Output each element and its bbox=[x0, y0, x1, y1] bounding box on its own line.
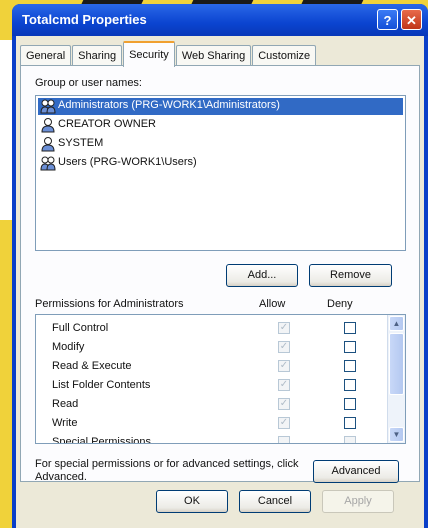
properties-dialog: Totalcmd Properties ? ✕ General Sharing … bbox=[12, 4, 428, 528]
security-tab-panel: Group or user names: Administrators (PRG… bbox=[20, 65, 420, 483]
user-group-icon bbox=[40, 156, 56, 171]
list-item[interactable]: SYSTEM bbox=[38, 136, 403, 153]
remove-button[interactable]: Remove bbox=[309, 264, 392, 287]
allow-checkbox[interactable]: ✓ bbox=[278, 322, 290, 334]
tab-web-sharing[interactable]: Web Sharing bbox=[175, 45, 252, 66]
permission-name: List Folder Contents bbox=[52, 379, 151, 391]
allow-checkbox[interactable]: ✓ bbox=[278, 360, 290, 372]
user-name: Administrators (PRG-WORK1\Administrators… bbox=[58, 99, 280, 111]
permission-row-special-permissions: Special Permissions bbox=[36, 433, 387, 444]
permission-name: Special Permissions bbox=[52, 436, 152, 444]
user-name: CREATOR OWNER bbox=[58, 118, 156, 130]
permission-name: Write bbox=[52, 417, 78, 429]
list-item[interactable]: Users (PRG-WORK1\Users) bbox=[38, 155, 403, 172]
allow-column-header: Allow bbox=[259, 298, 286, 310]
permission-name: Full Control bbox=[52, 322, 109, 334]
permission-name: Read bbox=[52, 398, 79, 410]
add-button[interactable]: Add... bbox=[226, 264, 298, 287]
allow-checkbox[interactable]: ✓ bbox=[278, 341, 290, 353]
tab-sharing[interactable]: Sharing bbox=[72, 45, 123, 66]
group-names-label: Group or user names: bbox=[35, 77, 142, 89]
scroll-down-icon[interactable]: ▼ bbox=[389, 427, 404, 442]
deny-checkbox[interactable] bbox=[344, 341, 356, 353]
permissions-list: Full Control ✓ Modify ✓ Read & Execute ✓… bbox=[35, 314, 406, 444]
deny-checkbox[interactable] bbox=[344, 417, 356, 429]
permission-name: Read & Execute bbox=[52, 360, 132, 372]
deny-checkbox[interactable] bbox=[344, 436, 356, 443]
tab-security[interactable]: Security bbox=[123, 41, 175, 67]
permission-name: Modify bbox=[52, 341, 85, 353]
deny-column-header: Deny bbox=[327, 298, 353, 310]
permission-row-full-control: Full Control ✓ bbox=[36, 319, 387, 338]
apply-button[interactable]: Apply bbox=[322, 490, 394, 513]
close-button[interactable]: ✕ bbox=[401, 9, 422, 30]
deny-checkbox[interactable] bbox=[344, 398, 356, 410]
allow-checkbox[interactable]: ✓ bbox=[278, 417, 290, 429]
scroll-thumb[interactable] bbox=[389, 333, 404, 395]
advanced-button[interactable]: Advanced bbox=[313, 460, 399, 483]
permission-row-write: Write ✓ bbox=[36, 414, 387, 433]
tab-strip: General Sharing Security Web Sharing Cus… bbox=[20, 41, 317, 67]
permissions-label: Permissions for Administrators bbox=[35, 298, 184, 310]
window-title: Totalcmd Properties bbox=[22, 12, 147, 27]
scroll-up-icon[interactable]: ▲ bbox=[389, 316, 404, 331]
user-name: Users (PRG-WORK1\Users) bbox=[58, 156, 197, 168]
permission-row-read-execute: Read & Execute ✓ bbox=[36, 357, 387, 376]
advanced-hint-text: For special permissions or for advanced … bbox=[35, 458, 299, 483]
title-bar[interactable]: Totalcmd Properties ? ✕ bbox=[12, 4, 428, 36]
dialog-client-area: General Sharing Security Web Sharing Cus… bbox=[16, 36, 424, 528]
ok-button[interactable]: OK bbox=[156, 490, 228, 513]
tab-customize[interactable]: Customize bbox=[252, 45, 317, 66]
permission-row-modify: Modify ✓ bbox=[36, 338, 387, 357]
cancel-button[interactable]: Cancel bbox=[239, 490, 311, 513]
help-button[interactable]: ? bbox=[377, 9, 398, 30]
deny-checkbox[interactable] bbox=[344, 322, 356, 334]
group-user-list[interactable]: Administrators (PRG-WORK1\Administrators… bbox=[35, 95, 406, 251]
user-icon bbox=[41, 118, 55, 133]
user-name: SYSTEM bbox=[58, 137, 104, 149]
permissions-scrollbar[interactable]: ▲ ▼ bbox=[387, 315, 405, 443]
allow-checkbox[interactable]: ✓ bbox=[278, 379, 290, 391]
list-item[interactable]: CREATOR OWNER bbox=[38, 117, 403, 134]
list-item[interactable]: Administrators (PRG-WORK1\Administrators… bbox=[38, 98, 403, 115]
deny-checkbox[interactable] bbox=[344, 360, 356, 372]
user-icon bbox=[41, 137, 55, 152]
allow-checkbox[interactable]: ✓ bbox=[278, 398, 290, 410]
user-group-icon bbox=[40, 99, 56, 114]
allow-checkbox[interactable] bbox=[278, 436, 290, 443]
deny-checkbox[interactable] bbox=[344, 379, 356, 391]
tab-general[interactable]: General bbox=[20, 45, 72, 66]
permission-row-read: Read ✓ bbox=[36, 395, 387, 414]
permission-row-list-folder-contents: List Folder Contents ✓ bbox=[36, 376, 387, 395]
